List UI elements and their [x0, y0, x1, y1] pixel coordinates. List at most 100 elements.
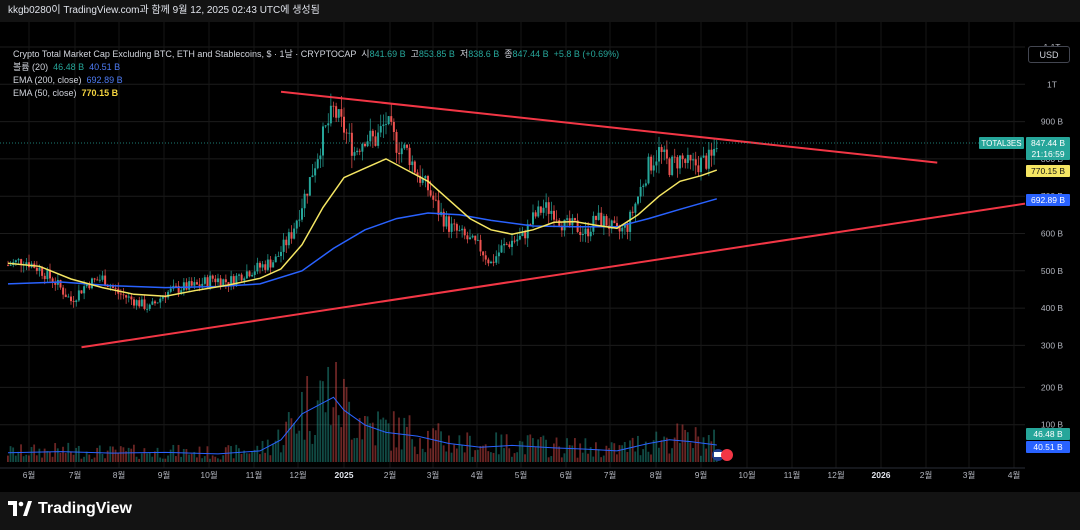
chart-frame[interactable]: 1.1T1T900 B800 B700 B600 B500 B400 B300 …: [0, 22, 1080, 492]
volume-bar: [621, 445, 624, 462]
footer: TradingView: [0, 492, 1080, 530]
candle-body: [106, 285, 109, 288]
candle-body: [629, 211, 632, 232]
candle-body: [322, 126, 324, 156]
candle-body: [364, 143, 366, 147]
volume-value-1: 46.48 B: [53, 62, 85, 72]
volume-bar: [427, 430, 429, 462]
volume-bar: [266, 439, 269, 462]
volume-bar: [513, 453, 516, 462]
candle-body: [337, 109, 340, 118]
candle-body: [64, 294, 67, 298]
candle-body: [644, 183, 647, 186]
x-tick-label: 10월: [200, 470, 217, 480]
volume-bar: [138, 458, 141, 462]
candle-body: [54, 282, 57, 285]
candle-body: [634, 203, 637, 213]
volume-bar: [382, 417, 385, 462]
volume-bar: [274, 440, 277, 462]
volume-bar: [545, 439, 547, 462]
candle-body: [122, 294, 125, 296]
volume-bar: [96, 447, 99, 462]
volume-bar: [280, 452, 282, 462]
candle-body: [650, 156, 653, 171]
candle-body: [639, 186, 642, 197]
volume-bar: [9, 446, 12, 462]
volume-bar: [647, 451, 650, 462]
candle-body: [98, 279, 101, 281]
open-value: 841.69 B: [369, 49, 406, 59]
candle-body: [169, 288, 172, 292]
volume-bar: [238, 448, 240, 462]
currency-button[interactable]: USD: [1028, 46, 1070, 63]
legend-volume-row[interactable]: 볼륨 (20) 46.48 B 40.51 B: [13, 61, 619, 74]
y-tick-label: 1T: [1047, 79, 1057, 89]
volume-bar: [319, 380, 322, 462]
volume-bar: [518, 440, 521, 462]
volume-bar: [587, 453, 589, 462]
candle-body: [592, 215, 595, 232]
tradingview-logo[interactable]: TradingView: [8, 500, 132, 518]
volume-bar: [214, 456, 217, 462]
volume-bar: [340, 427, 343, 462]
volume-bar: [637, 435, 639, 462]
volume-bar: [112, 446, 114, 462]
volume-bar: [245, 453, 248, 462]
volume-bar: [206, 446, 209, 462]
volume-bar: [151, 456, 154, 462]
candle-body: [398, 152, 401, 155]
close-value: 847.44 B: [512, 49, 549, 59]
candle-body: [135, 300, 138, 306]
candle-body: [579, 231, 582, 236]
candle-body: [516, 239, 519, 242]
candle-body: [301, 208, 303, 220]
candle-body: [38, 267, 41, 271]
candle-body: [479, 239, 482, 252]
volume-bar: [177, 444, 180, 462]
volume-bar: [686, 432, 689, 462]
volume-bar: [182, 448, 185, 462]
volume-bar: [568, 445, 571, 462]
volume-bar: [46, 450, 49, 462]
candle-body: [198, 284, 201, 286]
volume-bar: [345, 387, 348, 462]
candle-body: [539, 206, 542, 213]
volume-bar: [366, 416, 369, 462]
candle-body: [487, 259, 490, 264]
volume-bar: [421, 448, 424, 462]
volume-bar: [54, 443, 57, 462]
candle-body: [269, 259, 272, 268]
volume-bar: [626, 452, 629, 462]
candle-body: [466, 235, 469, 240]
legend-ema200-row[interactable]: EMA (200, close) 692.89 B: [13, 74, 619, 87]
volume-bar: [369, 423, 372, 462]
candle-body: [350, 132, 353, 156]
candle-body: [371, 130, 374, 137]
y-tick-label: 900 B: [1041, 117, 1064, 127]
volume-bar: [526, 435, 529, 462]
change-value: +5.8 B (+0.69%): [553, 49, 620, 59]
x-tick-label: 3월: [427, 470, 440, 480]
volume-bar: [264, 452, 267, 462]
candle-body: [458, 230, 461, 232]
candle-body: [159, 298, 162, 303]
candle-body: [112, 286, 114, 288]
volume-bar: [684, 429, 687, 462]
legend-symbol-row[interactable]: Crypto Total Market Cap Excluding BTC, E…: [13, 48, 619, 61]
candle-body: [101, 275, 104, 280]
volume-bar: [122, 447, 125, 462]
legend-ema50-row[interactable]: EMA (50, close) 770.15 B: [13, 87, 619, 100]
volume-bar: [43, 448, 46, 462]
volume-bar: [358, 417, 361, 462]
candle-body: [408, 147, 411, 166]
x-tick-label: 2026: [872, 470, 891, 480]
candle-body: [461, 228, 464, 231]
x-tick-label: 8월: [650, 470, 663, 480]
volume-bar: [442, 445, 445, 462]
candle-body: [319, 155, 322, 160]
volume-bar: [508, 448, 511, 462]
candle-body: [700, 157, 702, 173]
volume-bar: [377, 411, 379, 462]
volume-bar: [269, 455, 272, 462]
candle-body: [329, 105, 332, 124]
